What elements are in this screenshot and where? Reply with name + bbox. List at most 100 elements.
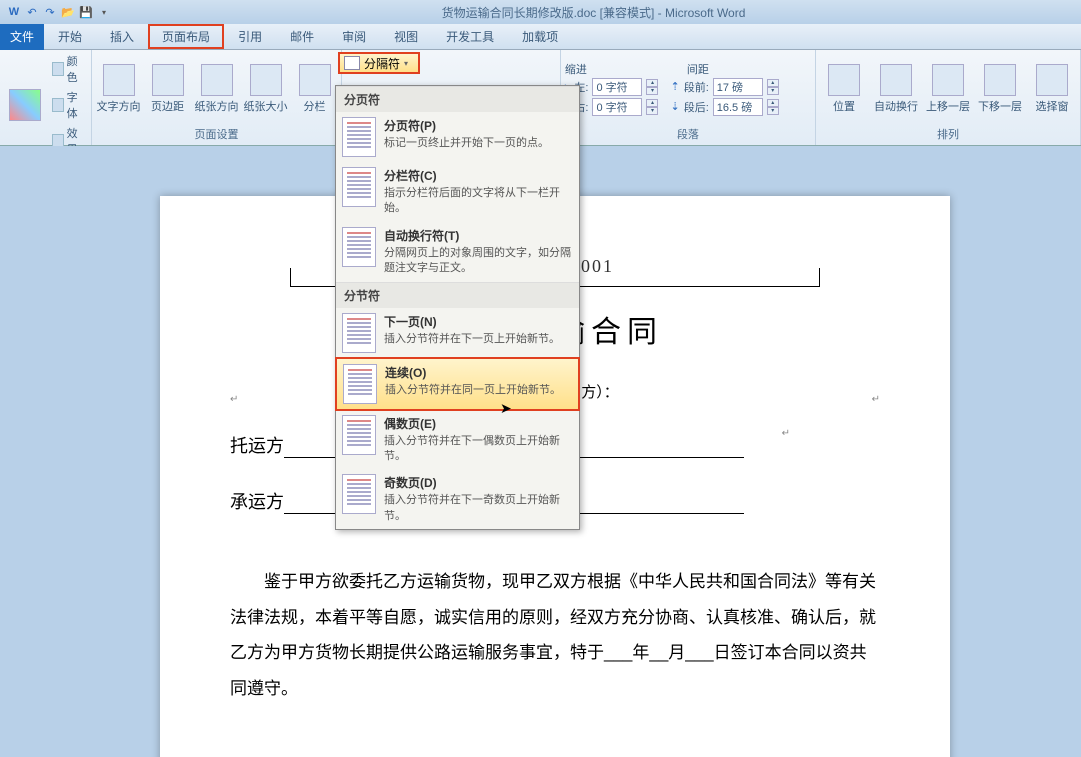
- dd-item-column-break[interactable]: 分栏符(C)指示分栏符后面的文字将从下一栏开始。: [336, 162, 579, 222]
- indent-heading: 缩进: [565, 61, 587, 77]
- indent-left-spinner[interactable]: ▴▾: [646, 79, 658, 95]
- indent-left-value: 0 字符: [596, 79, 627, 95]
- size-label: 纸张大小: [244, 98, 288, 114]
- indent-right-input[interactable]: 0 字符: [592, 98, 642, 116]
- backward-icon: [984, 64, 1016, 96]
- breaks-dropdown: 分页符 分页符(P)标记一页终止并开始下一页的点。 分栏符(C)指示分栏符后面的…: [335, 85, 580, 530]
- theme-button[interactable]: [4, 89, 46, 121]
- tab-addins[interactable]: 加载项: [508, 24, 572, 49]
- orientation-button[interactable]: 纸张方向: [194, 64, 239, 114]
- theme-fonts-label: 字体: [67, 89, 85, 121]
- wrap-button[interactable]: 自动换行: [872, 64, 920, 114]
- chevron-down-icon: ▾: [404, 59, 408, 68]
- dd-desc: 插入分节符并在同一页上开始新节。: [385, 383, 572, 398]
- dd-title: 分栏符(C): [384, 167, 573, 184]
- before-label: 段前:: [684, 79, 709, 95]
- tab-developer[interactable]: 开发工具: [432, 24, 508, 49]
- dd-item-page-break[interactable]: 分页符(P)标记一页终止并开始下一页的点。: [336, 112, 579, 162]
- group-paragraph-label: 段落: [565, 125, 811, 143]
- selection-pane-button[interactable]: 选择窗: [1028, 64, 1076, 114]
- after-label: 段后:: [684, 99, 709, 115]
- group-page-setup: 文字方向 页边距 纸张方向 纸张大小 分栏 页面设置: [92, 50, 342, 145]
- group-page-setup-label: 页面设置: [96, 125, 337, 143]
- after-input[interactable]: 16.5 磅: [713, 98, 763, 116]
- theme-fonts[interactable]: 字体: [50, 88, 87, 122]
- dd-item-continuous[interactable]: 连续(O) 插入分节符并在同一页上开始新节。: [335, 357, 580, 411]
- font-icon: [52, 98, 64, 112]
- save-icon[interactable]: 💾: [78, 4, 94, 20]
- text-wrap-icon: [342, 227, 376, 267]
- field-consignor-label: 托运方: [230, 436, 284, 456]
- theme-colors-label: 颜色: [67, 53, 85, 85]
- dd-title: 偶数页(E): [384, 415, 573, 432]
- tab-view[interactable]: 视图: [380, 24, 432, 49]
- theme-colors[interactable]: 颜色: [50, 52, 87, 86]
- before-input[interactable]: 17 磅: [713, 78, 763, 96]
- group-arrange-label: 排列: [820, 125, 1076, 143]
- titlebar: W ↶ ↷ 📂 💾 ▾ 货物运输合同长期修改版.doc [兼容模式] - Mic…: [0, 0, 1081, 24]
- orientation-label: 纸张方向: [195, 98, 239, 114]
- dd-section-page-breaks: 分页符: [336, 86, 579, 112]
- redo-icon[interactable]: ↷: [42, 4, 58, 20]
- even-page-icon: [342, 415, 376, 455]
- palette-icon: [52, 62, 64, 76]
- margins-label: 页边距: [151, 98, 184, 114]
- file-tab[interactable]: 文件: [0, 24, 44, 50]
- size-button[interactable]: 纸张大小: [243, 64, 288, 114]
- before-value: 17 磅: [717, 79, 743, 95]
- columns-label: 分栏: [304, 98, 326, 114]
- indent-right-spinner[interactable]: ▴▾: [646, 99, 658, 115]
- column-break-icon: [342, 167, 376, 207]
- dd-title: 自动换行符(T): [384, 227, 573, 244]
- dd-title: 分页符(P): [384, 117, 573, 134]
- columns-button[interactable]: 分栏: [292, 64, 337, 114]
- tab-references[interactable]: 引用: [224, 24, 276, 49]
- position-button[interactable]: 位置: [820, 64, 868, 114]
- odd-page-icon: [342, 474, 376, 514]
- breaks-icon: [344, 56, 360, 70]
- dd-item-odd-page[interactable]: 奇数页(D)插入分节符并在下一奇数页上开始新节。: [336, 469, 579, 529]
- tab-home[interactable]: 开始: [44, 24, 96, 49]
- text-direction-icon: [103, 64, 135, 96]
- dd-desc: 插入分节符并在下一页上开始新节。: [384, 332, 573, 347]
- send-backward-button[interactable]: 下移一层: [976, 64, 1024, 114]
- tab-review[interactable]: 审阅: [328, 24, 380, 49]
- ribbon-tabs: 文件 开始 插入 页面布局 引用 邮件 审阅 视图 开发工具 加载项: [0, 24, 1081, 50]
- text-direction-label: 文字方向: [97, 98, 141, 114]
- position-label: 位置: [833, 98, 855, 114]
- qat-more-icon[interactable]: ▾: [96, 4, 112, 20]
- cursor-icon: ➤: [500, 400, 512, 417]
- margins-button[interactable]: 页边距: [145, 64, 190, 114]
- text-direction-button[interactable]: 文字方向: [96, 64, 141, 114]
- theme-icon: [9, 89, 41, 121]
- orientation-icon: [201, 64, 233, 96]
- before-spinner[interactable]: ▴▾: [767, 79, 779, 95]
- rule-tick-left: [290, 268, 291, 286]
- dd-item-even-page[interactable]: 偶数页(E)插入分节符并在下一偶数页上开始新节。: [336, 410, 579, 470]
- tab-page-layout[interactable]: 页面布局: [148, 24, 224, 49]
- bring-forward-button[interactable]: 上移一层: [924, 64, 972, 114]
- page-break-icon: [342, 117, 376, 157]
- tab-mail[interactable]: 邮件: [276, 24, 328, 49]
- after-spinner[interactable]: ▴▾: [767, 99, 779, 115]
- continuous-icon: [343, 364, 377, 404]
- dd-item-next-page[interactable]: 下一页(N)插入分节符并在下一页上开始新节。: [336, 308, 579, 358]
- window-title: 货物运输合同长期修改版.doc [兼容模式] - Microsoft Word: [112, 4, 1075, 21]
- indent-left-input[interactable]: 0 字符: [592, 78, 642, 96]
- spacing-heading: 间距: [687, 61, 709, 77]
- dd-title: 连续(O): [385, 364, 572, 381]
- quick-access-toolbar: W ↶ ↷ 📂 💾 ▾: [6, 4, 112, 20]
- group-theme: 颜色 字体 效果 主题: [0, 50, 92, 145]
- para-mark: ↵: [782, 428, 790, 439]
- group-paragraph: 缩进 间距 ▸ 左: 0 字符 ▴▾ ⇡ 段前: 17 磅 ▴▾ ◂ 右: 0 …: [561, 50, 816, 145]
- undo-icon[interactable]: ↶: [24, 4, 40, 20]
- tab-insert[interactable]: 插入: [96, 24, 148, 49]
- open-icon[interactable]: 📂: [60, 4, 76, 20]
- breaks-button[interactable]: 分隔符 ▾: [338, 52, 420, 74]
- next-page-icon: [342, 313, 376, 353]
- dd-desc: 插入分节符并在下一奇数页上开始新节。: [384, 493, 573, 524]
- indent-right-value: 0 字符: [596, 99, 627, 115]
- dd-item-text-wrap[interactable]: 自动换行符(T)分隔网页上的对象周围的文字，如分隔题注文字与正文。: [336, 222, 579, 282]
- before-icon: ⇡: [670, 80, 679, 93]
- after-value: 16.5 磅: [717, 99, 752, 115]
